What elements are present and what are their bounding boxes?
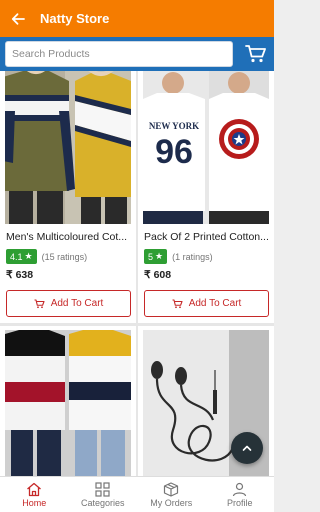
rating-row: 4.1 ★ (15 ratings) xyxy=(6,249,87,264)
rating-badge: 5 ★ xyxy=(144,249,168,264)
box-icon xyxy=(164,481,179,497)
search-bar xyxy=(0,37,274,71)
scroll-to-top-button[interactable] xyxy=(231,432,263,464)
nav-profile[interactable]: Profile xyxy=(206,477,275,512)
rating-value: 4.1 xyxy=(10,251,23,262)
product-card[interactable]: NEW YORK 96 Pack Of 2 Printed Cotton... … xyxy=(138,71,274,323)
nav-my-orders-label: My Orders xyxy=(150,497,193,508)
nav-categories-label: Categories xyxy=(80,497,125,508)
product-card[interactable] xyxy=(0,326,136,476)
back-button[interactable] xyxy=(0,0,36,37)
cart-button[interactable] xyxy=(240,41,272,67)
nav-home-label: Home xyxy=(22,497,47,508)
product-card[interactable]: Men's Multicoloured Cot... 4.1 ★ (15 rat… xyxy=(0,71,136,323)
grid-icon xyxy=(95,481,110,497)
star-icon: ★ xyxy=(155,251,164,261)
bottom-navigation: Home Categories My Orders Profile xyxy=(0,476,274,512)
rating-badge: 4.1 ★ xyxy=(6,249,37,264)
rating-count: (1 ratings) xyxy=(172,251,213,262)
product-photo-tshirts xyxy=(5,71,131,224)
product-name[interactable]: Men's Multicoloured Cot... xyxy=(6,231,132,243)
rating-row: 5 ★ (1 ratings) xyxy=(144,249,213,264)
nav-home[interactable]: Home xyxy=(0,477,69,512)
product-image[interactable] xyxy=(5,71,131,224)
app-bar: Natty Store xyxy=(0,0,274,37)
add-to-cart-button[interactable]: Add To Cart xyxy=(144,290,269,317)
cart-icon xyxy=(172,298,183,308)
product-image[interactable] xyxy=(5,330,131,476)
add-to-cart-label: Add To Cart xyxy=(188,298,242,309)
rating-value: 5 xyxy=(148,251,154,262)
product-photo-color-block-tees xyxy=(5,330,131,476)
product-price: ₹ 608 xyxy=(144,269,172,281)
rating-count: (15 ratings) xyxy=(41,251,88,262)
chevron-up-icon xyxy=(242,445,252,451)
add-to-cart-label: Add To Cart xyxy=(50,298,104,309)
search-input[interactable] xyxy=(5,41,233,67)
nav-profile-label: Profile xyxy=(226,497,253,508)
person-icon xyxy=(233,482,247,496)
product-price: ₹ 638 xyxy=(6,269,34,281)
nav-my-orders[interactable]: My Orders xyxy=(137,477,206,512)
shirt-print-number: 96 xyxy=(155,133,193,171)
shopping-cart-icon xyxy=(245,45,266,63)
nav-categories[interactable]: Categories xyxy=(69,477,138,512)
product-grid: Men's Multicoloured Cot... 4.1 ★ (15 rat… xyxy=(0,71,274,476)
star-icon: ★ xyxy=(24,251,33,261)
add-to-cart-button[interactable]: Add To Cart xyxy=(6,290,131,317)
home-icon xyxy=(27,482,42,496)
product-image[interactable]: NEW YORK 96 xyxy=(143,71,269,224)
app-title: Natty Store xyxy=(40,11,110,26)
arrow-left-icon xyxy=(11,12,25,25)
cart-icon xyxy=(34,298,45,308)
product-name[interactable]: Pack Of 2 Printed Cotton... xyxy=(144,231,270,243)
product-photo-printed-tees: NEW YORK 96 xyxy=(143,71,269,224)
shirt-print-text: NEW YORK xyxy=(149,121,199,131)
